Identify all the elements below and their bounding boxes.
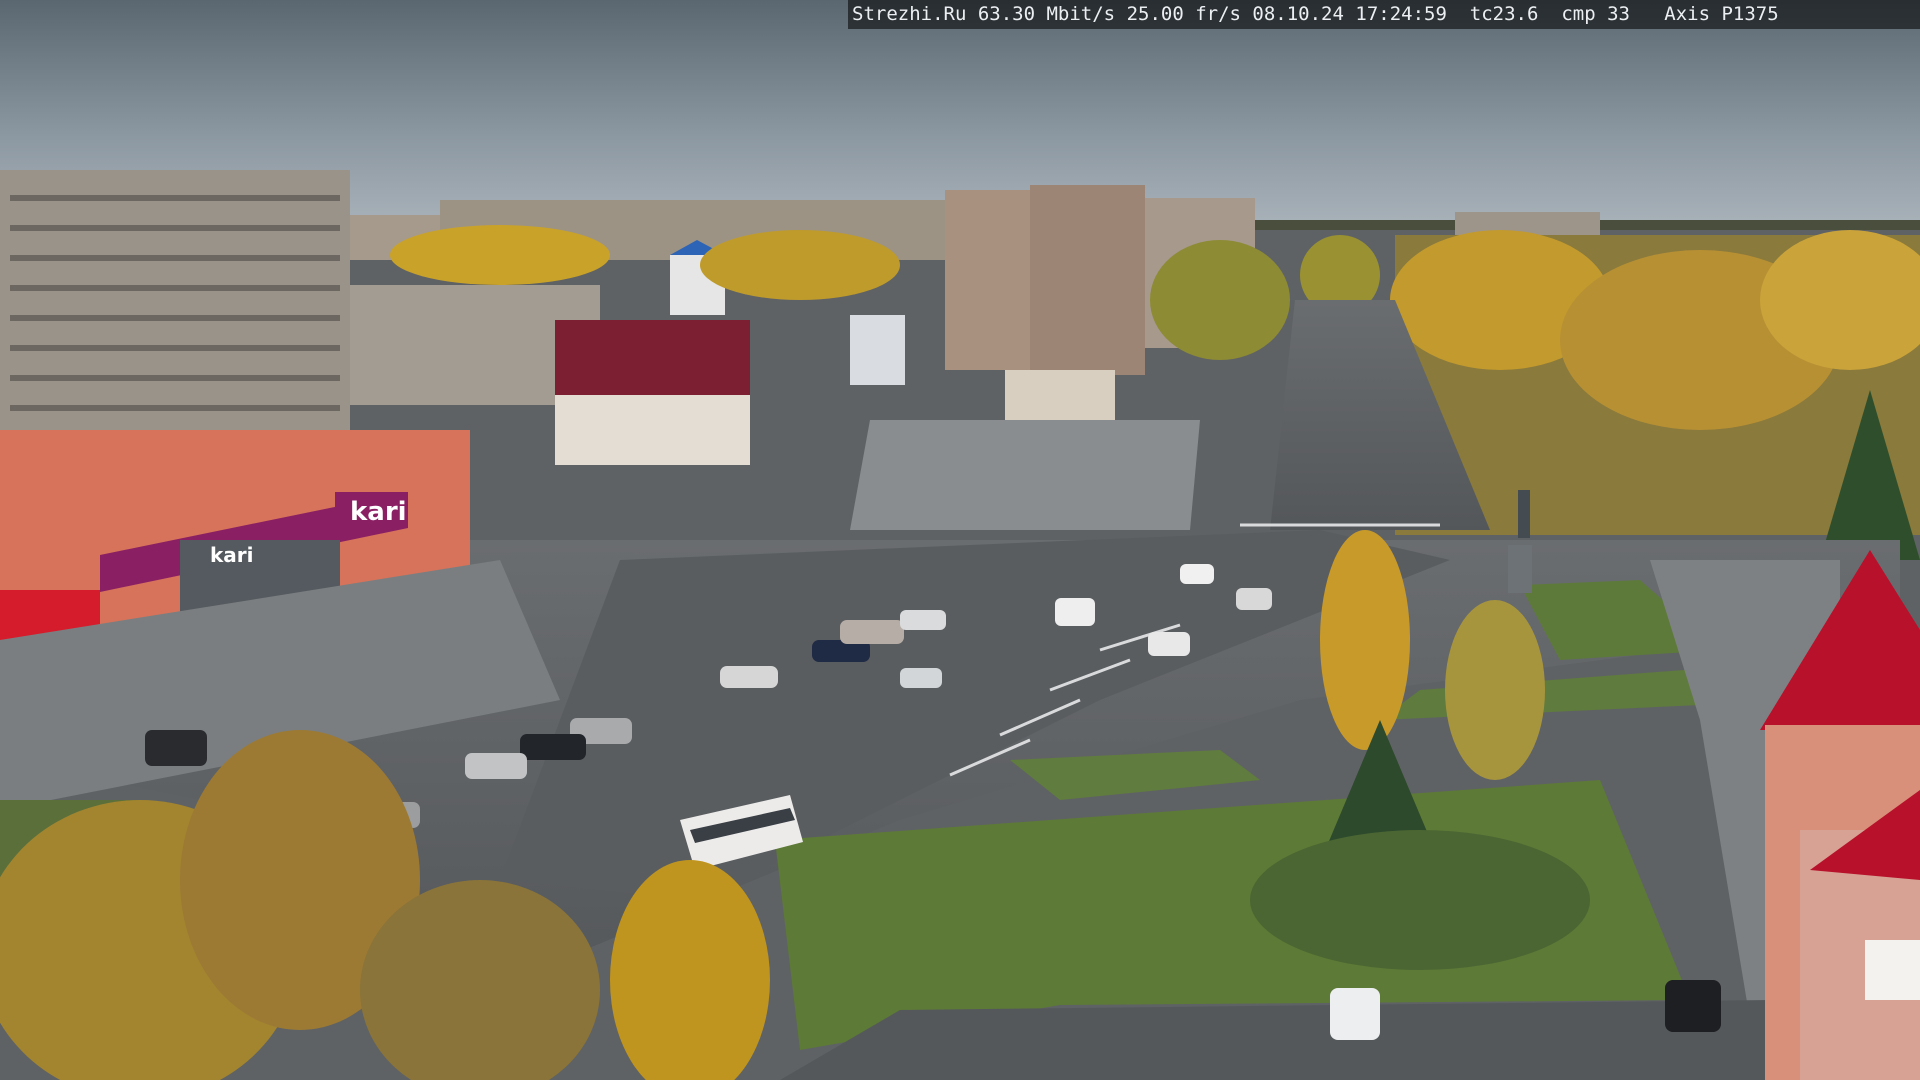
kari-sign-lower: kari [210, 543, 254, 567]
central-plaza [850, 420, 1200, 530]
lower-parking-lot [780, 1000, 1770, 1080]
overlay-time: 17:24:59 [1355, 3, 1447, 25]
overlay-tc: tc23.6 [1469, 3, 1539, 25]
camera-overlay-bar: Strezhi.Ru 63.30 Mbit/s 25.00 fr/s 08.10… [848, 0, 1920, 29]
overlay-cmp: cmp 33 [1561, 3, 1630, 25]
central-tower-building [945, 185, 1145, 375]
overlay-date: 08.10.24 [1252, 3, 1344, 25]
overlay-site: Strezhi.Ru [852, 3, 967, 25]
overlay-framerate: 25.00 fr/s [1126, 3, 1241, 25]
kari-sign-main: kari [350, 497, 407, 527]
overlay-bitrate: 63.30 Mbit/s [977, 3, 1116, 25]
camera-scene: kari kari [0, 0, 1920, 1080]
overlay-camera-model: Axis P1375 [1664, 3, 1779, 25]
